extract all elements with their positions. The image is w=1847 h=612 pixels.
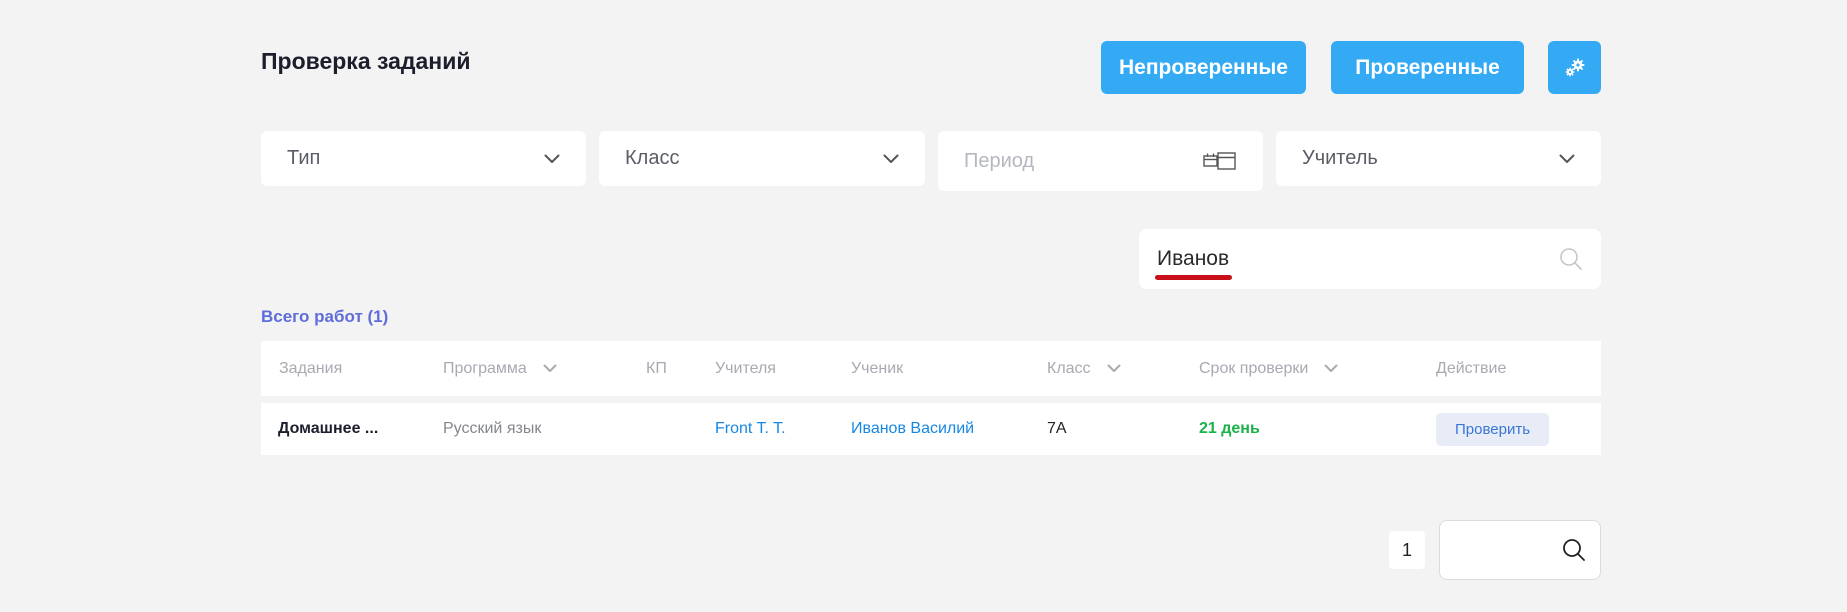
column-header-deadline[interactable]: Срок проверки <box>1199 341 1338 396</box>
settings-button[interactable] <box>1548 41 1601 94</box>
column-header-student: Ученик <box>851 359 904 377</box>
checked-button[interactable]: Проверенные <box>1331 41 1524 94</box>
check-button[interactable]: Проверить <box>1436 412 1550 446</box>
teacher-filter-label: Учитель <box>1302 147 1378 169</box>
teacher-filter[interactable]: Учитель <box>1276 131 1601 186</box>
column-header-program-label: Программа <box>443 359 527 377</box>
page-title: Проверка заданий <box>261 48 471 74</box>
search-icon[interactable] <box>1559 247 1583 271</box>
chevron-down-icon <box>543 364 557 373</box>
column-header-tasks: Задания <box>279 359 343 377</box>
chevron-down-icon <box>883 154 899 164</box>
type-filter[interactable]: Тип <box>261 131 586 186</box>
chevron-down-icon <box>544 154 560 164</box>
student-link[interactable]: Иванов Василий <box>851 403 974 455</box>
column-header-action: Действие <box>1436 359 1507 377</box>
column-header-teachers: Учителя <box>715 359 776 377</box>
chevron-down-icon <box>1324 364 1338 373</box>
chevron-down-icon <box>1107 364 1121 373</box>
deadline-value: 21 день <box>1199 420 1260 437</box>
page-jump-input[interactable] <box>1439 520 1601 580</box>
period-placeholder: Период <box>964 149 1035 172</box>
class-filter[interactable]: Класс <box>599 131 925 186</box>
chevron-down-icon <box>1559 154 1575 164</box>
calendar-icon <box>1203 151 1237 171</box>
teacher-link[interactable]: Front T. T. <box>715 403 786 455</box>
type-filter-label: Тип <box>287 147 321 169</box>
total-works-count: Всего работ (1) <box>261 307 389 326</box>
gears-icon <box>1563 56 1587 80</box>
class-value: 7А <box>1047 420 1067 437</box>
class-filter-label: Класс <box>625 147 680 169</box>
column-header-class[interactable]: Класс <box>1047 341 1121 396</box>
column-header-program[interactable]: Программа <box>443 341 557 396</box>
table-header: Задания Программа КП Учителя Ученик Клас… <box>261 341 1601 396</box>
program-name: Русский язык <box>443 420 542 437</box>
column-header-kp: КП <box>646 359 667 377</box>
search-value: Иванов <box>1154 247 1233 280</box>
search-icon[interactable] <box>1562 538 1586 562</box>
period-filter[interactable]: Период <box>938 131 1263 191</box>
column-header-class-label: Класс <box>1047 359 1091 377</box>
unchecked-button[interactable]: Непроверенные <box>1101 41 1306 94</box>
column-header-deadline-label: Срок проверки <box>1199 359 1309 377</box>
task-name[interactable]: Домашнее ... <box>278 403 378 455</box>
search-input[interactable]: Иванов <box>1139 229 1601 289</box>
page-number[interactable]: 1 <box>1389 531 1425 569</box>
table-row: Домашнее ... Русский язык Front T. T. Ив… <box>261 403 1601 455</box>
